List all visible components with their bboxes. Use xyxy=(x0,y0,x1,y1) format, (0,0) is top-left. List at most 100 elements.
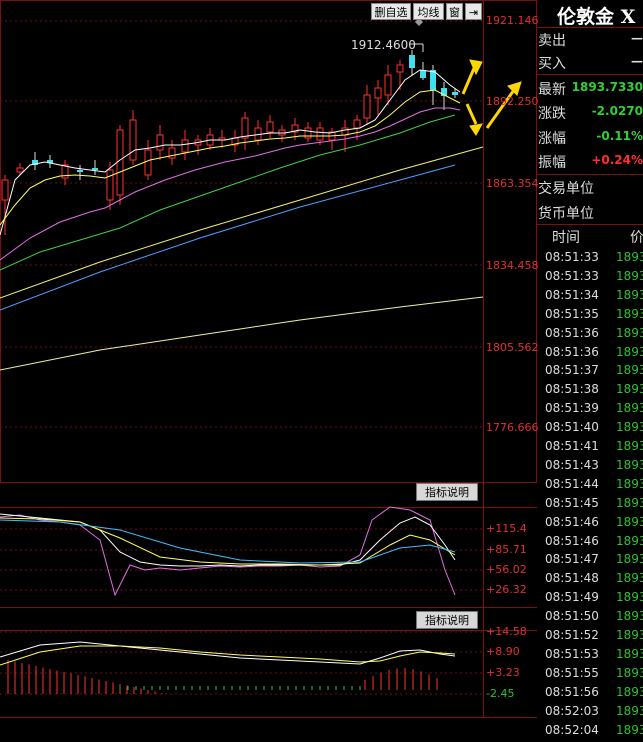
tick-time: 08:51:56 xyxy=(545,684,599,699)
candle-body xyxy=(420,70,426,78)
tick-price: 1893 xyxy=(616,533,643,548)
tick-time: 08:51:39 xyxy=(545,401,599,416)
indicator2-help-button[interactable]: 指标说明 xyxy=(416,611,478,629)
latest-value: 1893.7330 xyxy=(571,80,643,94)
indicator1-help-button[interactable]: 指标说明 xyxy=(416,483,478,501)
delete-watchlist-button[interactable]: 删自选 xyxy=(371,3,411,20)
tick-time: 08:51:46 xyxy=(545,533,599,548)
candle-body xyxy=(129,119,137,161)
candle-body xyxy=(341,127,349,136)
candle-body xyxy=(144,149,152,176)
candle-body xyxy=(116,129,124,196)
sell-value: — xyxy=(631,31,643,45)
tick-time: 08:51:38 xyxy=(545,382,599,397)
y-axis-label: 1805.562 xyxy=(486,341,539,354)
moving-average-lines xyxy=(0,69,484,371)
tick-time: 08:51:53 xyxy=(545,646,599,661)
currency-label: 货币单位 xyxy=(538,206,594,222)
tick-price: 1893 xyxy=(616,287,643,302)
candle-body xyxy=(396,64,404,73)
ma-line-pale xyxy=(0,296,484,371)
candle-body xyxy=(316,127,324,141)
y-axis-label: 1776.666 xyxy=(486,421,539,434)
trade-unit-row: 交易单位 xyxy=(538,176,643,198)
candle-body xyxy=(353,119,361,129)
candle-body xyxy=(1,179,9,201)
change-value: -2.0270 xyxy=(591,104,643,118)
buy-row: 买入 — xyxy=(538,51,643,73)
sell-row: 卖出 — xyxy=(538,28,643,50)
tick-time: 08:51:55 xyxy=(545,665,599,680)
change-label: 涨跌 xyxy=(538,106,566,122)
candle-body xyxy=(430,70,436,90)
tick-price: 1893 xyxy=(616,609,643,624)
ticks-header-time: 时间 xyxy=(552,230,580,246)
tick-time: 08:51:34 xyxy=(545,287,599,302)
tick-time: 08:51:49 xyxy=(545,590,599,605)
amp-value: +0.24% xyxy=(591,153,643,167)
indicator2-lines xyxy=(0,641,456,666)
tick-price: 1893 xyxy=(616,495,643,510)
candlestick-series xyxy=(1,50,458,235)
tick-price: 1893 xyxy=(616,571,643,586)
ma-line-yellow xyxy=(0,89,461,226)
indicator1-lines xyxy=(0,506,456,597)
candle-body xyxy=(77,170,83,172)
panel-divider xyxy=(537,224,643,225)
ma-lines-button[interactable]: 均线 xyxy=(413,3,444,20)
indicator2-label: +14.58 xyxy=(486,625,527,638)
tick-price: 1893 xyxy=(616,344,643,359)
tick-price: 1893 xyxy=(616,628,643,642)
tick-price: 1893 xyxy=(616,684,643,699)
amp-row: 振幅 +0.24% xyxy=(538,150,643,172)
indicator2-label: +3.23 xyxy=(486,666,520,679)
tick-price: 1893 xyxy=(616,363,643,378)
tick-price: 1893 xyxy=(616,514,643,529)
panel-divider xyxy=(537,27,643,28)
indicator1-label: +26.32 xyxy=(486,583,527,596)
candle-body xyxy=(156,134,164,151)
candle-body xyxy=(363,94,371,119)
indicator1-label: +115.4 xyxy=(486,522,527,535)
peak-price-label: 1912.4600 xyxy=(351,38,416,52)
window-button[interactable]: 窗 xyxy=(446,3,463,20)
tick-time: 08:51:50 xyxy=(545,609,599,624)
latest-row: 最新 1893.7330 xyxy=(538,77,643,99)
candle-body xyxy=(409,55,415,68)
sell-label: 卖出 xyxy=(538,33,566,49)
latest-label: 最新 xyxy=(538,82,566,98)
tick-time: 08:52:03 xyxy=(545,703,599,718)
ma-line-green xyxy=(0,114,456,271)
candle-body xyxy=(241,117,249,139)
amp-label: 振幅 xyxy=(538,155,566,171)
tick-time: 08:51:33 xyxy=(545,250,599,264)
panel-divider xyxy=(537,74,643,75)
tick-price: 1893 xyxy=(616,703,643,718)
collapse-panel-icon[interactable]: ⇥ xyxy=(465,3,482,20)
tick-price: 1893 xyxy=(616,420,643,435)
y-axis-label: 1863.354 xyxy=(486,177,539,190)
tick-price: 1893 xyxy=(616,552,643,567)
change-row: 涨跌 -2.0270 xyxy=(538,101,643,123)
candle-body xyxy=(181,139,189,153)
indicator2-histogram xyxy=(7,660,438,694)
tick-time: 08:51:44 xyxy=(545,476,599,491)
y-axis-label: 1892.250 xyxy=(486,95,539,108)
tick-price: 1893 xyxy=(616,457,643,472)
y-axis-label: 1834.458 xyxy=(486,259,539,272)
tick-price: 1893 xyxy=(616,590,643,605)
tick-time: 08:51:45 xyxy=(545,495,599,510)
panel-divider xyxy=(537,174,643,175)
tick-time: 08:51:41 xyxy=(545,439,599,453)
y-axis-label: 1921.146 xyxy=(486,14,539,27)
ma-line-yellow-long xyxy=(0,146,484,299)
pct-label: 涨幅 xyxy=(538,131,566,147)
pct-row: 涨幅 -0.11% xyxy=(538,126,643,148)
tick-price: 1893 xyxy=(616,401,643,416)
tick-price: 1893 xyxy=(616,382,643,397)
tick-price: 1893 xyxy=(616,722,643,737)
indicator1-label: +56.02 xyxy=(486,563,527,576)
tick-time: 08:51:52 xyxy=(545,628,599,642)
indicator2-label: -2.45 xyxy=(486,687,515,700)
tick-time: 08:51:40 xyxy=(545,420,599,435)
